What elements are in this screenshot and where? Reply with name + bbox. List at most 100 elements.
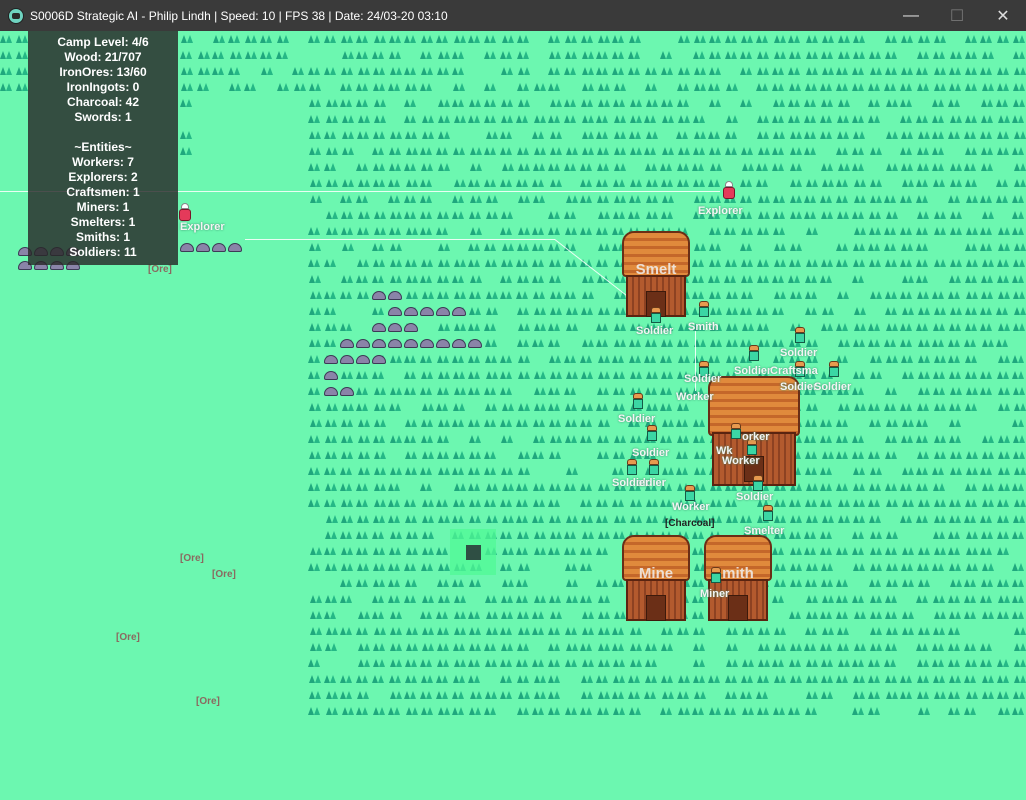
iron-ore-rock[interactable] [324, 387, 338, 396]
soldier-unit[interactable] [632, 393, 644, 409]
iron-ore-rock[interactable] [452, 339, 466, 348]
iron-ore-rock[interactable] [340, 339, 354, 348]
grass-tuft [820, 131, 832, 139]
grass-tuft [341, 419, 353, 427]
grass-tuft [900, 195, 912, 203]
grass-tuft [389, 147, 401, 155]
grass-tuft [420, 195, 432, 203]
soldier-unit[interactable] [650, 307, 662, 323]
grass-tuft [485, 691, 497, 699]
iron-ore-rock[interactable] [388, 307, 402, 316]
soldier-unit[interactable] [752, 475, 764, 491]
worker-unit[interactable] [684, 485, 696, 501]
grass-tuft [694, 131, 706, 139]
iron-ore-rock[interactable] [404, 323, 418, 332]
iron-ore-rock[interactable] [372, 323, 386, 332]
grass-tuft [790, 147, 802, 155]
iron-ore-rock[interactable] [372, 355, 386, 364]
soldier-unit[interactable] [748, 345, 760, 361]
unit-body [731, 429, 741, 439]
grass-tuft [772, 339, 784, 347]
grass-tuft [708, 675, 720, 683]
iron-ore-rock[interactable] [372, 291, 386, 300]
grass-tuft [918, 35, 930, 43]
iron-ore-rock[interactable] [212, 243, 226, 252]
grass-tuft [964, 579, 976, 587]
grass-tuft [630, 435, 642, 443]
grass-tuft [886, 163, 898, 171]
grass-tuft [356, 499, 368, 507]
grass-tuft [437, 643, 449, 651]
grass-tuft [836, 83, 848, 91]
iron-ore-rock[interactable] [388, 323, 402, 332]
soldier-unit[interactable] [626, 459, 638, 475]
unit-body [699, 307, 709, 317]
grass-tuft [932, 643, 944, 651]
iron-ore-rock[interactable] [436, 339, 450, 348]
grass-tuft [613, 99, 625, 107]
grass-tuft [965, 323, 977, 331]
grass-tuft [453, 451, 465, 459]
grass-tuft [532, 659, 544, 667]
grass-tuft [646, 131, 658, 139]
iron-ore-rock[interactable] [356, 355, 370, 364]
building-mine[interactable]: Mine [622, 535, 690, 623]
iron-ore-rock[interactable] [356, 339, 370, 348]
unit-body [627, 465, 637, 475]
iron-ore-rock[interactable] [436, 307, 450, 316]
miner-unit[interactable] [710, 567, 722, 583]
grass-tuft [740, 179, 752, 187]
smelter-unit[interactable] [762, 505, 774, 521]
iron-ore-rock[interactable] [420, 307, 434, 316]
grass-tuft [820, 643, 832, 651]
iron-ore-rock[interactable] [404, 307, 418, 316]
grass-tuft [837, 131, 849, 139]
grass-tuft [838, 51, 850, 59]
soldier-unit[interactable] [828, 361, 840, 377]
smith-unit[interactable] [698, 301, 710, 317]
grass-tuft [612, 35, 624, 43]
selection-cursor[interactable] [466, 545, 481, 560]
grass-tuft [645, 675, 657, 683]
iron-ore-rock[interactable] [324, 355, 338, 364]
grass-tuft [948, 707, 960, 715]
iron-ore-rock[interactable] [452, 307, 466, 316]
grass-tuft [772, 147, 784, 155]
grass-tuft [661, 211, 673, 219]
explorer-unit[interactable] [722, 181, 736, 199]
iron-ore-rock[interactable] [196, 243, 210, 252]
iron-ore-rock[interactable] [388, 291, 402, 300]
soldier-unit[interactable] [646, 425, 658, 441]
iron-ore-rock[interactable] [420, 339, 434, 348]
iron-ore-rock[interactable] [180, 243, 194, 252]
grass-tuft [564, 531, 576, 539]
worker-unit[interactable] [730, 423, 742, 439]
grass-tuft [773, 195, 785, 203]
iron-ore-rock[interactable] [340, 355, 354, 364]
explorer-unit[interactable] [178, 203, 192, 221]
iron-ore-rock[interactable] [388, 339, 402, 348]
grass-tuft [420, 691, 432, 699]
iron-ore-rock[interactable] [372, 339, 386, 348]
grass-tuft [357, 259, 369, 267]
grass-tuft [198, 51, 210, 59]
iron-ore-rock[interactable] [340, 387, 354, 396]
grass-tuft [341, 435, 353, 443]
close-button[interactable]: ✕ [980, 0, 1026, 31]
grass-tuft [997, 131, 1009, 139]
iron-ore-rock[interactable] [468, 339, 482, 348]
grass-tuft [692, 275, 704, 283]
iron-ore-rock[interactable] [228, 243, 242, 252]
iron-ore-rock[interactable] [404, 339, 418, 348]
soldier-unit[interactable] [648, 459, 660, 475]
grass-tuft [630, 179, 642, 187]
grass-tuft [326, 179, 338, 187]
building-smelter[interactable]: Smelt [622, 231, 690, 319]
grass-tuft [678, 707, 690, 715]
minimize-button[interactable]: — [888, 0, 934, 31]
grass-tuft [468, 115, 480, 123]
maximize-button[interactable]: ☐ [934, 0, 980, 31]
soldier-unit[interactable] [794, 327, 806, 343]
iron-ore-rock[interactable] [324, 371, 338, 380]
grass-tuft [965, 275, 977, 283]
